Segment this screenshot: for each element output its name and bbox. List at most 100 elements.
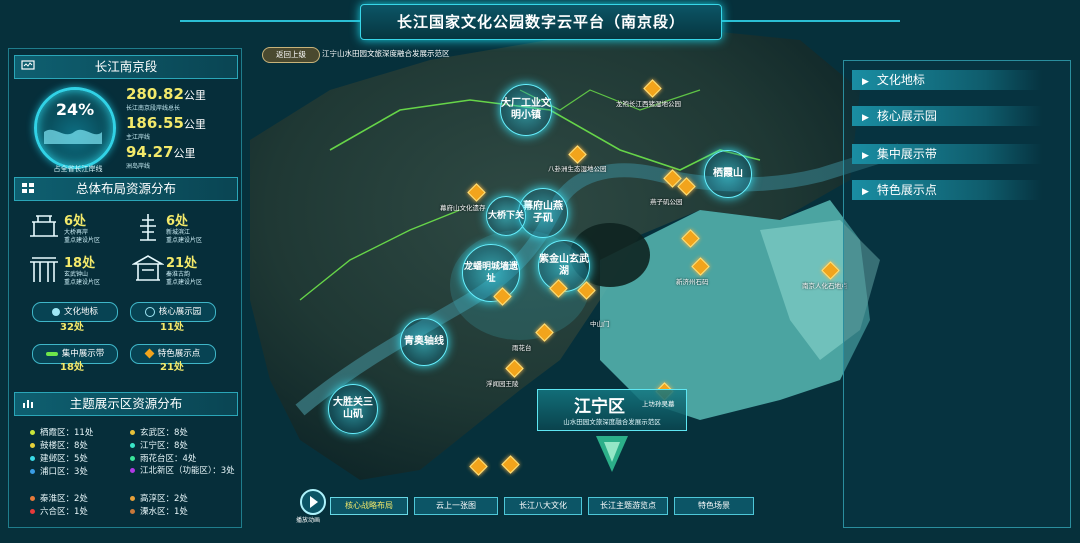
resource-value: 21处 <box>166 256 198 271</box>
district-tag: 上坊孙吴墓 <box>642 400 675 408</box>
bar-chart-icon <box>23 400 33 408</box>
bottom-tab-strategy[interactable]: 核心战略布局 <box>330 497 408 515</box>
resource-value: 6处 <box>64 214 87 229</box>
legend-dot <box>130 443 135 448</box>
resource-item-3: 18处 玄武钟山 重点建设片区 <box>64 252 100 287</box>
legend-label: 江宁区：8处 <box>140 441 188 451</box>
stat-value: 186.55 <box>126 114 184 132</box>
resource-desc: 新城滨江 <box>166 229 191 236</box>
resource-desc: 大桥再岸 <box>64 229 89 236</box>
legend-label: 栖霞区：11处 <box>40 428 94 438</box>
wave-icon <box>44 129 102 144</box>
nav-item-label: 集中展示带 <box>876 147 937 161</box>
resource-desc: 重点建设片区 <box>166 279 203 286</box>
bottom-tab-eight-cultures[interactable]: 长江八大文化 <box>504 497 582 515</box>
belt-icon <box>45 351 58 356</box>
legend-item: 江宁区：8处 <box>130 439 236 452</box>
stat-total: 280.82公里 长江南京段岸线总长 <box>126 84 206 112</box>
stat-unit: 公里 <box>183 118 206 131</box>
play-label: 播放动画 <box>296 517 321 524</box>
pavilion-icon <box>132 255 164 281</box>
nav-item-display-belt[interactable]: ▶ 集中展示带 <box>852 144 1042 164</box>
breadcrumb-path: 江宁山水田园文旅深度融合发展示范区 <box>322 49 450 58</box>
chevron-right-icon: ▶ <box>862 151 869 161</box>
section-head-layout: 总体布局资源分布 <box>14 177 238 201</box>
nav-item-label: 特色展示点 <box>876 183 937 197</box>
chevron-right-icon: ▶ <box>862 113 869 123</box>
pill-value: 32处 <box>60 322 84 333</box>
resource-value: 6处 <box>166 214 189 229</box>
nav-item-core-garden[interactable]: ▶ 核心展示园 <box>852 106 1042 126</box>
section-title: 长江南京段 <box>94 59 158 74</box>
stat-value: 280.82 <box>126 85 184 103</box>
back-button[interactable]: 返回上级 <box>262 47 320 63</box>
garden-icon <box>144 306 155 317</box>
legend-dot <box>130 509 135 514</box>
resource-item-1: 6处 大桥再岸 重点建设片区 <box>64 210 100 245</box>
legend-label: 秦淮区：2处 <box>40 494 88 504</box>
legend-label: 江北新区（功能区）：3处 <box>140 466 235 476</box>
legend-dot <box>130 468 135 473</box>
stat-main: 186.55公里 主江岸线 <box>126 113 206 141</box>
legend-label: 鼓楼区：8处 <box>40 441 88 451</box>
section-head-theme: 主题展示区资源分布 <box>14 392 238 416</box>
legend-item: 江北新区（功能区）：3处 <box>130 465 236 492</box>
legend-item: 玄武区：8处 <box>130 426 236 439</box>
grid-icon <box>22 183 34 193</box>
stat-unit: 公里 <box>173 147 196 160</box>
resource-desc: 重点建设片区 <box>166 237 203 244</box>
bottom-tab-feature-scene[interactable]: 特色场景 <box>674 497 754 515</box>
breadcrumb: 返回上级 江宁山水田园文旅深度融合发展示范区 <box>262 47 484 63</box>
stat-desc: 主江岸线 <box>126 134 151 141</box>
nav-item-landmark[interactable]: ▶ 文化地标 <box>852 70 1042 90</box>
legend-dot <box>30 443 35 448</box>
map-bubble-dachang[interactable]: 大厂工业文明小镇 <box>500 84 552 136</box>
pill-value: 18处 <box>60 362 84 373</box>
legend-item: 建邺区：5处 <box>30 452 130 465</box>
map-poi-label: 浮闻园王陵 <box>486 380 519 388</box>
map-bubble-longpan[interactable]: 龙蟠明城墙遗址 <box>462 244 520 302</box>
map-poi-label: 雨花台 <box>512 344 532 352</box>
map-bubble-qixiashan[interactable]: 栖霞山 <box>704 150 752 198</box>
legend-label: 玄武区：8处 <box>140 428 188 438</box>
ring-caption: 占全省长江岸线 <box>53 165 103 173</box>
bridge-icon <box>30 215 58 237</box>
play-button[interactable] <box>300 489 326 515</box>
legend-label: 溧水区：1处 <box>140 507 188 517</box>
legend-dot <box>130 456 135 461</box>
chevron-right-icon: ▶ <box>862 187 869 197</box>
map-bubble-dashengguan[interactable]: 大胜关三山矶 <box>328 384 378 434</box>
pill-value: 11处 <box>160 322 184 333</box>
legend-dot <box>130 430 135 435</box>
location-marker-icon <box>596 436 628 472</box>
map-bubble-daqiao[interactable]: 大桥下关 <box>486 196 526 236</box>
legend-dot <box>30 456 35 461</box>
legend-label: 高淳区：2处 <box>140 494 188 504</box>
resource-item-2: 6处 新城滨江 重点建设片区 <box>166 210 202 245</box>
legend-item: 鼓楼区：8处 <box>30 439 130 452</box>
nav-item-label: 文化地标 <box>876 73 925 87</box>
stat-desc: 洲岛岸线 <box>126 163 151 170</box>
bottom-tab-cloud-map[interactable]: 云上一张图 <box>414 497 498 515</box>
map-poi-label: 南京人化石地点 <box>802 282 848 290</box>
section-title: 总体布局资源分布 <box>75 181 176 196</box>
legend-item: 雨花台区：4处 <box>130 452 236 465</box>
legend-dot <box>30 469 35 474</box>
monitor-icon <box>21 60 35 70</box>
district-card[interactable]: 江宁区 上坊孙吴墓 山水田园文旅深度融合发展示范区 <box>537 389 687 431</box>
play-icon <box>310 496 318 508</box>
legend-dot <box>30 509 35 514</box>
resource-desc: 玄武钟山 <box>64 271 89 278</box>
nav-item-feature-point[interactable]: ▶ 特色展示点 <box>852 180 1042 200</box>
legend-item: 溧水区：1处 <box>130 505 236 518</box>
page-title-bar: 长江国家文化公园数字云平台（南京段） <box>360 4 722 40</box>
district-desc: 山水田园文旅深度融合发展示范区 <box>563 418 661 426</box>
resource-desc: 秦淮古韵 <box>166 271 191 278</box>
tower-icon <box>140 214 156 241</box>
resource-item-4: 21处 秦淮古韵 重点建设片区 <box>166 252 202 287</box>
map-poi-label: 龙袍长江西猪湿地公园 <box>616 100 681 108</box>
legend-dot <box>130 496 135 501</box>
map-bubble-qingao[interactable]: 青奥轴线 <box>400 318 448 366</box>
bottom-tab-theme-tour[interactable]: 长江主题游览点 <box>588 497 668 515</box>
legend-label: 雨花台区：4处 <box>140 454 197 464</box>
